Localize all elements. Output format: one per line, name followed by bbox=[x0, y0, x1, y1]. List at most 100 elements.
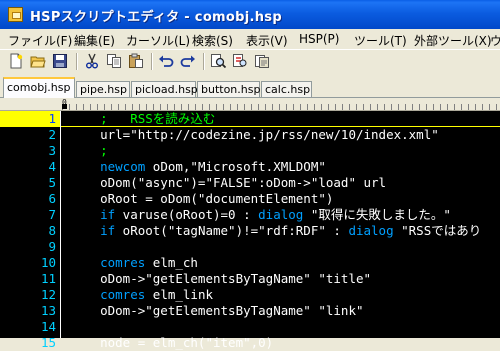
window-title: HSPスクリプトエディタ - comobj.hsp bbox=[30, 10, 282, 25]
code-text: ; RSSを読み込む bbox=[70, 111, 215, 127]
line-number: 12 bbox=[40, 287, 56, 302]
code-token: elm_ch bbox=[145, 255, 198, 270]
code-text: comres elm_ch bbox=[70, 255, 198, 271]
copy-icon[interactable] bbox=[106, 53, 122, 69]
find-icon[interactable] bbox=[210, 53, 226, 69]
menu-view[interactable]: 表示(V) bbox=[246, 32, 288, 49]
code-token: if bbox=[70, 207, 116, 222]
code-line[interactable]: 12 comres elm_link bbox=[0, 287, 500, 303]
tab-comobj[interactable]: comobj.hsp bbox=[3, 77, 75, 98]
open-folder-icon[interactable] bbox=[30, 53, 46, 69]
code-token: newcom bbox=[70, 159, 146, 174]
code-token: ; RSSを読み込む bbox=[70, 111, 216, 126]
code-token: dialog bbox=[258, 207, 304, 222]
menu-bar: ファイル(F) 編集(E) カーソル(L) 検索(S) 表示(V) HSP(P)… bbox=[0, 29, 500, 49]
code-text: url="http://codezine.jp/rss/new/10/index… bbox=[70, 127, 439, 143]
code-text: if oRoot("tagName")!="rdf:RDF" : dialog … bbox=[70, 223, 481, 239]
menu-external-tools[interactable]: 外部ツール(X) bbox=[414, 32, 492, 49]
code-token: comres bbox=[70, 287, 146, 302]
line-number: 6 bbox=[48, 191, 56, 206]
line-number: 14 bbox=[40, 319, 56, 334]
code-token: dialog bbox=[348, 223, 394, 238]
tab-picload[interactable]: picload.hsp bbox=[131, 81, 198, 97]
column-ruler: 0 bbox=[0, 98, 500, 111]
code-token: node = elm_ch("item",0) bbox=[70, 335, 274, 350]
menu-hsp[interactable]: HSP(P) bbox=[299, 32, 339, 46]
line-number: 8 bbox=[48, 223, 56, 238]
code-line[interactable]: 15 node = elm_ch("item",0) bbox=[0, 335, 500, 351]
menu-tools[interactable]: ツール(T) bbox=[354, 32, 407, 49]
code-token: varuse(oRoot)=0 : bbox=[115, 207, 259, 222]
code-token: oDom,"Microsoft.XMLDOM" bbox=[145, 159, 326, 174]
tab-pipe[interactable]: pipe.hsp bbox=[76, 81, 130, 97]
replace-icon[interactable] bbox=[232, 53, 248, 69]
code-line[interactable]: 10 comres elm_ch bbox=[0, 255, 500, 271]
code-line[interactable]: 2 url="http://codezine.jp/rss/new/10/ind… bbox=[0, 127, 500, 143]
code-line[interactable]: 4 newcom oDom,"Microsoft.XMLDOM" bbox=[0, 159, 500, 175]
code-token: oDom("async")="FALSE":oDom->"load" url bbox=[70, 175, 387, 190]
code-token: comres bbox=[70, 255, 146, 270]
code-text: oDom("async")="FALSE":oDom->"load" url bbox=[70, 175, 386, 191]
code-line[interactable]: 5 oDom("async")="FALSE":oDom->"load" url bbox=[0, 175, 500, 191]
toolbar-separator bbox=[76, 53, 78, 70]
code-token: ; bbox=[70, 143, 108, 158]
code-line[interactable]: 11 oDom->"getElementsByTagName" "title" bbox=[0, 271, 500, 287]
line-number: 2 bbox=[48, 127, 56, 142]
code-line[interactable]: 1 ; RSSを読み込む bbox=[0, 111, 500, 127]
app-icon bbox=[8, 7, 23, 22]
paste-icon[interactable] bbox=[128, 53, 144, 69]
toolbar-separator bbox=[151, 53, 153, 70]
code-line[interactable]: 6 oRoot = oDom("documentElement") bbox=[0, 191, 500, 207]
code-token: oDom->"getElementsByTagName" "title" bbox=[70, 271, 372, 286]
code-line[interactable]: 9 bbox=[0, 239, 500, 255]
code-text: oRoot = oDom("documentElement") bbox=[70, 191, 333, 207]
title-bar[interactable]: HSPスクリプトエディタ - comobj.hsp bbox=[0, 0, 500, 29]
undo-icon[interactable] bbox=[158, 53, 174, 69]
code-editor[interactable]: 0 1 ; RSSを読み込む 2 url="http://codezine.jp/… bbox=[0, 97, 500, 350]
jump-icon[interactable] bbox=[254, 53, 270, 69]
line-number: 1 bbox=[0, 111, 60, 127]
code-token: oRoot("tagName")!="rdf:RDF" : bbox=[115, 223, 349, 238]
redo-icon[interactable] bbox=[180, 53, 196, 69]
code-token: "取得に失敗しました。" bbox=[303, 207, 451, 222]
code-text: comres elm_link bbox=[70, 287, 213, 303]
code-line[interactable]: 3 ; bbox=[0, 143, 500, 159]
code-token: "RSSではあり bbox=[393, 223, 482, 238]
code-line[interactable]: 7 if varuse(oRoot)=0 : dialog "取得に失敗しました… bbox=[0, 207, 500, 223]
line-number: 13 bbox=[40, 303, 56, 318]
tab-calc[interactable]: calc.hsp bbox=[261, 81, 312, 97]
code-token: if bbox=[70, 223, 116, 238]
code-line[interactable]: 14 bbox=[0, 319, 500, 335]
tab-button[interactable]: button.hsp bbox=[197, 81, 260, 97]
save-icon[interactable] bbox=[52, 53, 68, 69]
cut-icon[interactable] bbox=[84, 53, 100, 69]
code-line[interactable]: 13 oDom->"getElementsByTagName" "link" bbox=[0, 303, 500, 319]
line-number: 7 bbox=[48, 207, 56, 222]
menu-search[interactable]: 検索(S) bbox=[192, 32, 233, 49]
ruler-caret-marker bbox=[62, 104, 67, 109]
ruler-ticks bbox=[62, 104, 500, 110]
line-number: 5 bbox=[48, 175, 56, 190]
line-number: 10 bbox=[40, 255, 56, 270]
menu-edit[interactable]: 編集(E) bbox=[74, 32, 115, 49]
menu-cursor[interactable]: カーソル(L) bbox=[126, 32, 190, 49]
code-token: elm_link bbox=[145, 287, 213, 302]
menu-file[interactable]: ファイル(F) bbox=[8, 32, 72, 49]
line-number: 11 bbox=[40, 271, 56, 286]
tab-bar: comobj.hsp pipe.hsp picload.hsp button.h… bbox=[0, 76, 500, 98]
menu-window[interactable]: ウ bbox=[490, 32, 500, 49]
code-text: oDom->"getElementsByTagName" "title" bbox=[70, 271, 371, 287]
code-text: oDom->"getElementsByTagName" "link" bbox=[70, 303, 364, 319]
toolbar-separator bbox=[203, 53, 205, 70]
new-file-icon[interactable] bbox=[8, 53, 24, 69]
line-number: 4 bbox=[48, 159, 56, 174]
code-token: oRoot = oDom("documentElement") bbox=[70, 191, 334, 206]
code-token: oDom->"getElementsByTagName" "link" bbox=[70, 303, 364, 318]
code-text: ; bbox=[70, 143, 108, 159]
code-token: url="http://codezine.jp/rss/new/10/index… bbox=[70, 127, 439, 142]
line-number: 15 bbox=[40, 335, 56, 350]
code-text: node = elm_ch("item",0) bbox=[70, 335, 273, 351]
line-number: 9 bbox=[48, 239, 56, 254]
code-line[interactable]: 8 if oRoot("tagName")!="rdf:RDF" : dialo… bbox=[0, 223, 500, 239]
toolbar bbox=[0, 49, 500, 74]
